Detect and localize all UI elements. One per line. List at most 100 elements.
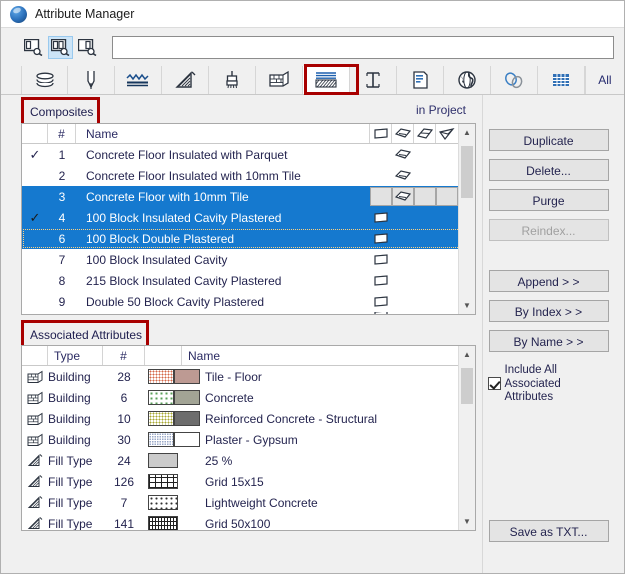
tab-zone-categories[interactable]	[396, 66, 444, 94]
list-item[interactable]: Building 30 Plaster - Gypsum	[22, 429, 475, 450]
table-row[interactable]: ✓ 1 Concrete Floor Insulated with Parque…	[22, 144, 475, 165]
tab-line-types[interactable]	[114, 66, 162, 94]
col-shell-icon[interactable]	[436, 124, 458, 143]
row-type: Building	[48, 411, 91, 426]
tab-fill-types[interactable]	[161, 66, 209, 94]
associated-attributes-list: Type # Name Building 28 Tile - Floor Bui…	[21, 345, 476, 531]
tab-composites[interactable]	[302, 66, 350, 94]
row-checkmark[interactable]: ✓	[22, 147, 48, 163]
row-name: 100 Block Insulated Cavity	[86, 252, 228, 267]
include-all-line1: Include All	[504, 364, 557, 376]
scrollbar-thumb[interactable]	[461, 146, 473, 198]
list-item[interactable]: Fill Type 7 Lightweight Concrete	[22, 492, 475, 513]
table-row[interactable]: 3 Concrete Floor with 10mm Tile	[22, 186, 475, 207]
col-check[interactable]	[22, 124, 48, 143]
slab-icon[interactable]	[392, 187, 414, 206]
scroll-up-arrow[interactable]: ▲	[459, 346, 475, 363]
row-type: Fill Type	[48, 474, 93, 489]
tab-mep-systems[interactable]	[443, 66, 491, 94]
table-row[interactable]: ✓ 4 100 Block Insulated Cavity Plastered	[22, 207, 475, 228]
list-item[interactable]: Fill Type 126 Grid 15x15	[22, 471, 475, 492]
color-swatch	[174, 390, 200, 405]
row-index: 30	[117, 432, 131, 447]
tab-pens[interactable]	[68, 66, 115, 94]
duplicate-button[interactable]: Duplicate	[488, 129, 609, 151]
fill-swatch	[148, 369, 174, 384]
search-input[interactable]	[112, 35, 614, 59]
scroll-up-arrow[interactable]: ▲	[459, 124, 475, 141]
row-name: 25 %	[205, 453, 233, 468]
col-name[interactable]: Name	[182, 346, 458, 365]
tab-layers[interactable]	[21, 66, 68, 94]
table-row[interactable]: 6 100 Block Double Plastered	[22, 228, 475, 249]
compare-right-pane-icon[interactable]	[75, 36, 100, 59]
include-all-checkbox[interactable]	[487, 377, 501, 390]
roof-icon-cell	[414, 170, 436, 181]
wall-icon-cell[interactable]	[370, 187, 392, 206]
tab-operation-profiles[interactable]	[490, 66, 538, 94]
row-name: 100 Block Insulated Cavity Plastered	[86, 210, 282, 225]
col-slab-icon[interactable]	[392, 124, 414, 143]
roof-icon-cell	[414, 275, 436, 286]
slab-icon	[392, 170, 414, 181]
by-name-button[interactable]: By Name > >	[488, 330, 609, 352]
slab-icon	[392, 149, 414, 160]
row-checkmark[interactable]: ✓	[22, 210, 48, 226]
tab-building-materials[interactable]	[255, 66, 303, 94]
roof-icon-cell	[414, 296, 436, 307]
associated-rows: Building 28 Tile - Floor Building 6 Conc…	[22, 366, 475, 530]
list-item[interactable]: Building 6 Concrete	[22, 387, 475, 408]
append-button[interactable]: Append > >	[488, 270, 609, 292]
purge-button[interactable]: Purge	[488, 189, 609, 211]
table-row[interactable]: 7 100 Block Insulated Cavity	[22, 249, 475, 270]
list-item[interactable]: Fill Type 141 Grid 50x100	[22, 513, 475, 530]
table-row[interactable]: 8 215 Block Insulated Cavity Plastered	[22, 270, 475, 291]
list-item[interactable]: Building 28 Tile - Floor	[22, 366, 475, 387]
tab-surfaces[interactable]	[208, 66, 256, 94]
scroll-down-arrow[interactable]: ▼	[459, 297, 475, 314]
associated-scrollbar[interactable]: ▲ ▼	[458, 346, 475, 530]
table-row[interactable]: 2 Concrete Floor Insulated with 10mm Til…	[22, 165, 475, 186]
shell-icon-cell[interactable]	[436, 187, 458, 206]
include-all-associated-attributes[interactable]: Include All Associated Attributes	[487, 364, 610, 405]
scroll-down-arrow[interactable]: ▼	[459, 513, 475, 530]
compare-two-panes-icon[interactable]	[48, 35, 73, 59]
row-swatches	[145, 411, 203, 426]
fill-swatch	[148, 453, 178, 468]
tab-profiles[interactable]	[349, 66, 397, 94]
wall-icon	[370, 275, 392, 286]
list-item[interactable]: Fill Type 24 25 %	[22, 450, 475, 471]
by-index-button[interactable]: By Index > >	[488, 300, 609, 322]
fill-type-icon	[22, 453, 48, 468]
left-column: Composites in Project # Name ✓ 1 Concret…	[21, 95, 476, 531]
list-item[interactable]: Building 10 Reinforced Concrete - Struct…	[22, 408, 475, 429]
col-number[interactable]: #	[103, 346, 145, 365]
row-type: Building	[48, 390, 91, 405]
shell-icon-cell	[436, 296, 458, 307]
compare-one-pane-icon[interactable]	[21, 36, 46, 59]
building-material-icon	[22, 412, 48, 426]
wall-icon-cell	[370, 170, 392, 181]
row-swatches	[145, 516, 203, 530]
tab-markup-styles[interactable]	[537, 66, 585, 94]
tab-all[interactable]: All	[584, 66, 624, 94]
col-swatch[interactable]	[145, 346, 182, 365]
table-row[interactable]: 9 Double 50 Block Cavity Plastered	[22, 291, 475, 312]
save-as-txt-button[interactable]: Save as TXT...	[488, 519, 609, 542]
roof-icon-cell[interactable]	[414, 187, 436, 206]
col-wall-icon[interactable]	[370, 124, 392, 143]
row-name: 100 Block Double Plastered	[86, 231, 235, 246]
fill-swatch	[148, 432, 174, 447]
delete-button[interactable]: Delete...	[488, 159, 609, 181]
col-number[interactable]: #	[48, 124, 76, 143]
composites-scrollbar[interactable]: ▲ ▼	[458, 124, 475, 314]
scrollbar-thumb[interactable]	[461, 368, 473, 404]
col-icon[interactable]	[22, 346, 48, 365]
col-type[interactable]: Type	[48, 346, 103, 365]
slab-icon-cell	[392, 254, 414, 265]
roof-icon-cell	[414, 149, 436, 160]
building-material-icon	[22, 370, 48, 384]
col-name[interactable]: Name	[76, 124, 370, 143]
row-index: 24	[117, 453, 131, 468]
col-roof-icon[interactable]	[414, 124, 436, 143]
